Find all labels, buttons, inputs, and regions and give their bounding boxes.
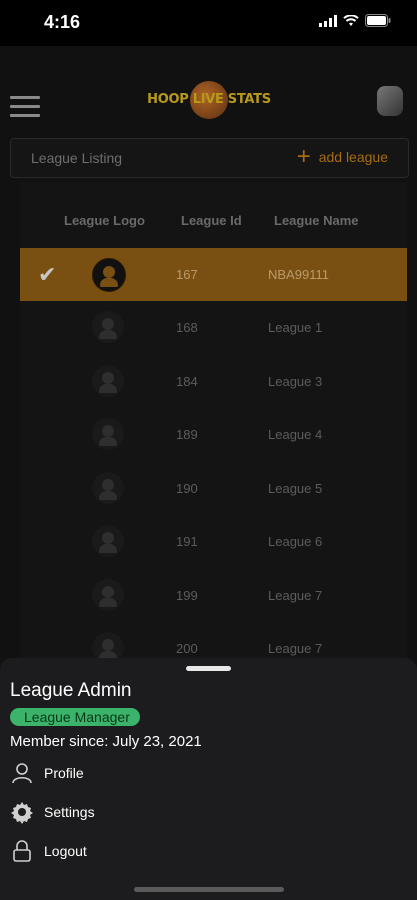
user-avatar-button[interactable] xyxy=(377,86,403,116)
listing-title: League Listing xyxy=(31,150,123,166)
role-badge: League Manager xyxy=(10,708,140,726)
table-row[interactable]: 189 League 4 xyxy=(20,408,407,461)
league-id: 168 xyxy=(176,320,198,335)
league-logo-placeholder-icon xyxy=(92,418,124,450)
league-logo-placeholder-icon xyxy=(92,579,124,611)
status-icons xyxy=(319,14,391,27)
plus-icon: + xyxy=(296,143,311,170)
sheet-grabber[interactable] xyxy=(186,666,231,671)
league-name: League 6 xyxy=(268,534,323,549)
league-id: 191 xyxy=(176,534,198,549)
table-row[interactable]: 168 League 1 xyxy=(20,301,407,354)
league-logo-placeholder-icon xyxy=(92,311,124,343)
wifi-icon xyxy=(343,14,359,26)
add-league-button[interactable]: + add league xyxy=(297,145,388,169)
top-bar: HOOP LIVE STATS xyxy=(0,46,417,134)
league-logo-placeholder-icon xyxy=(92,258,126,292)
column-header-name: League Name xyxy=(274,213,359,228)
battery-icon xyxy=(365,14,391,27)
logout-menu-item[interactable]: Logout xyxy=(10,835,310,867)
league-listing-bar: League Listing + add league xyxy=(10,138,409,178)
league-name: NBA99111 xyxy=(268,267,329,282)
league-logo-placeholder-icon xyxy=(92,365,124,397)
profile-label: Profile xyxy=(44,765,84,781)
column-header-id: League Id xyxy=(181,213,242,228)
league-name: League 7 xyxy=(268,588,323,603)
signal-icon xyxy=(319,14,337,27)
league-id: 200 xyxy=(176,641,198,656)
person-icon xyxy=(10,761,34,785)
status-time: 4:16 xyxy=(44,12,81,32)
league-id: 184 xyxy=(176,374,198,389)
checkmark-icon: ✔ xyxy=(38,262,57,287)
gear-icon xyxy=(10,800,34,824)
table-row[interactable]: ✔ 167 NBA99111 xyxy=(20,248,407,301)
league-id: 199 xyxy=(176,588,198,603)
table-row[interactable]: 191 League 6 xyxy=(20,515,407,568)
league-logo-placeholder-icon xyxy=(92,525,124,557)
league-logo-placeholder-icon xyxy=(92,472,124,504)
settings-label: Settings xyxy=(44,804,95,820)
league-name: League 7 xyxy=(268,641,323,656)
table-row[interactable]: 190 League 5 xyxy=(20,462,407,515)
account-bottom-sheet: League Admin League Manager Member since… xyxy=(0,658,417,900)
hamburger-menu-icon[interactable] xyxy=(10,96,40,118)
league-id: 189 xyxy=(176,427,198,442)
league-name: League 5 xyxy=(268,481,323,496)
status-bar: 4:16 xyxy=(0,0,417,46)
table-row[interactable]: 184 League 3 xyxy=(20,355,407,408)
home-indicator xyxy=(134,887,284,892)
league-table: League Logo League Id League Name ✔ 167 … xyxy=(20,182,407,702)
table-row[interactable]: 199 League 7 xyxy=(20,569,407,622)
member-since: Member since: July 23, 2021 xyxy=(10,733,202,750)
logout-label: Logout xyxy=(44,843,87,859)
column-header-logo: League Logo xyxy=(64,213,145,228)
profile-menu-item[interactable]: Profile xyxy=(10,757,310,789)
league-name: League 1 xyxy=(268,320,323,335)
add-league-label: add league xyxy=(318,149,388,165)
lock-icon xyxy=(10,839,34,863)
league-name: League 4 xyxy=(268,427,323,442)
league-name: League 3 xyxy=(268,374,323,389)
settings-menu-item[interactable]: Settings xyxy=(10,796,310,828)
league-id: 167 xyxy=(176,267,198,282)
logo-text: HOOP LIVE STATS xyxy=(147,92,271,107)
app-screen: HOOP LIVE STATS League Listing + add lea… xyxy=(0,46,417,900)
user-name: League Admin xyxy=(10,680,132,701)
app-logo: HOOP LIVE STATS xyxy=(144,80,274,120)
table-header: League Logo League Id League Name xyxy=(20,182,407,248)
league-id: 190 xyxy=(176,481,198,496)
